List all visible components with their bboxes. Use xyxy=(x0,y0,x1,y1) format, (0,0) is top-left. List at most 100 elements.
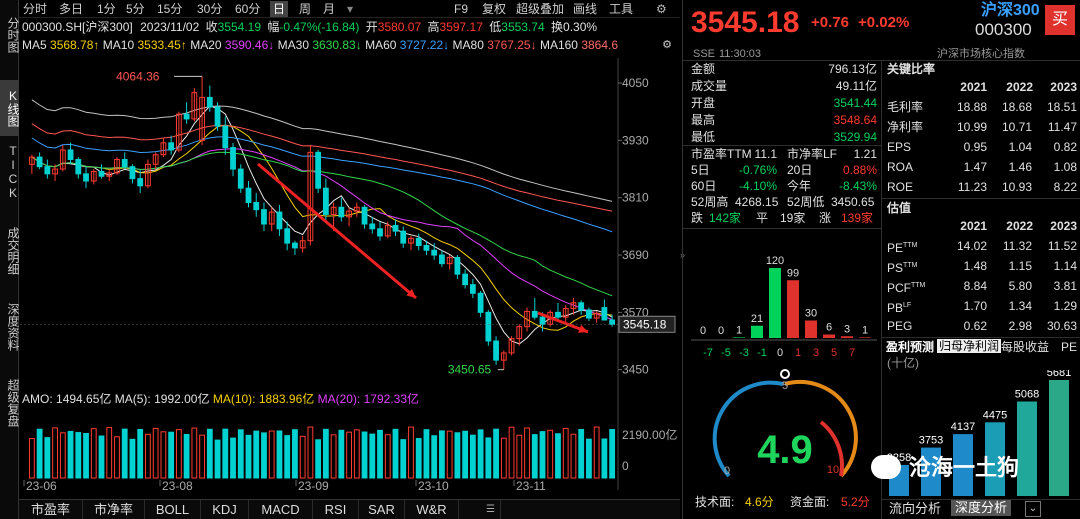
field-label: 成交量 xyxy=(691,79,728,93)
tab-boll[interactable]: BOLL xyxy=(145,500,201,519)
period-5min[interactable]: 5分 xyxy=(126,1,145,17)
period-1min[interactable]: 1分 xyxy=(97,1,116,17)
candle xyxy=(168,142,175,151)
ratio-value: 1.08 xyxy=(1053,160,1077,174)
valuation-value: 1.15 xyxy=(1008,259,1032,273)
period-timeshare[interactable]: 分时 xyxy=(23,1,47,17)
buy-button[interactable]: 买 xyxy=(1045,5,1075,35)
volume-chart[interactable]: 2190.00亿 0 23-06 23-08 23-09 23-10 23-11 xyxy=(20,390,680,490)
tab-kdj[interactable]: KDJ xyxy=(201,500,249,519)
period-day[interactable]: 日 xyxy=(270,1,289,17)
field-value: 3548.64 xyxy=(833,113,877,127)
nav-tick[interactable]: TICK xyxy=(0,140,20,204)
nav-trade-details[interactable]: 成交明细 xyxy=(0,218,20,284)
nav-timeshare[interactable]: 分时图 xyxy=(0,2,20,68)
high-label: 高 xyxy=(427,20,440,34)
period-15min[interactable]: 15分 xyxy=(157,1,182,17)
volume-bar xyxy=(90,428,97,479)
close-value: 3554.19 xyxy=(217,20,262,34)
candle xyxy=(237,168,244,189)
candle xyxy=(183,113,190,120)
ratio-year: 2021 xyxy=(960,80,987,94)
index-code-label: 000300 xyxy=(975,20,1032,39)
d5-value: -0.76% xyxy=(738,163,777,177)
tab-pe[interactable]: PE xyxy=(1061,340,1077,354)
tab-flow-analysis[interactable]: 流向分析 xyxy=(889,502,941,516)
left-vertical-nav: 分时图 K线图 TICK 成交明细 深度资料 超级复盘 xyxy=(0,0,20,519)
volume-bar xyxy=(562,427,569,479)
volume-bar xyxy=(330,434,337,479)
period-month[interactable]: 月 xyxy=(323,1,335,17)
wechat-icon xyxy=(871,455,901,479)
ratio-value: 1.47 xyxy=(963,160,987,174)
chart-settings-icon[interactable]: ⚙ xyxy=(656,38,678,52)
ratio-label: EPS xyxy=(887,140,912,154)
distribution-bar xyxy=(805,320,817,338)
close-label: 收 xyxy=(205,20,218,34)
tab-pb[interactable]: 市净率 xyxy=(83,500,145,519)
x-tick-label: 23-10 xyxy=(418,479,449,490)
volume-bar xyxy=(237,429,244,479)
volume-bar xyxy=(415,438,422,479)
tab-pe[interactable]: 市盈率 xyxy=(19,500,83,519)
ratio-value: 0.82 xyxy=(1053,140,1077,154)
period-more-icon[interactable]: ▾ xyxy=(347,1,353,17)
gear-icon[interactable]: ⚙ xyxy=(656,1,667,17)
field-label: 最高 xyxy=(691,113,716,127)
volume-bar xyxy=(454,432,461,479)
draw-button[interactable]: 画线 xyxy=(573,1,597,17)
volume-bar xyxy=(152,427,159,479)
adjust-button[interactable]: 复权 xyxy=(482,1,506,17)
period-30min[interactable]: 30分 xyxy=(197,1,222,17)
tab-menu-icon[interactable]: ☰ xyxy=(481,500,501,519)
volume-bar xyxy=(570,433,577,479)
quote-time: 11:30:03 xyxy=(719,48,762,60)
turnover-label: 换 xyxy=(551,20,564,34)
candle xyxy=(601,307,608,321)
distribution-value: 0 xyxy=(718,325,724,337)
period-multiday[interactable]: 多日 xyxy=(59,1,83,17)
candle xyxy=(477,292,484,313)
candle xyxy=(369,223,376,230)
tab-sar[interactable]: SAR xyxy=(359,500,405,519)
period-week[interactable]: 周 xyxy=(299,1,311,17)
ytd-label: 今年 xyxy=(787,179,812,193)
candle xyxy=(361,206,368,225)
valuation-value: 30.63 xyxy=(1046,319,1077,333)
ratio-value: 11.47 xyxy=(1047,120,1077,134)
kline-chart[interactable]: 405039303810369035703450 4064.363450.653… xyxy=(20,58,680,390)
period-60min[interactable]: 60分 xyxy=(235,1,260,17)
period-toolbar: 分时 多日 1分 5分 15分 30分 60分 日 周 月 ▾ F9 复权 超级… xyxy=(19,0,680,18)
tab-net-profit[interactable]: 归母净利润 xyxy=(937,339,1002,353)
tab-wr[interactable]: W&R xyxy=(405,500,459,519)
volume-bar xyxy=(601,438,608,479)
overlay-button[interactable]: 超级叠加 xyxy=(516,1,564,17)
nav-depth[interactable]: 深度资料 xyxy=(0,294,20,360)
nav-kline[interactable]: K线图 xyxy=(0,80,20,136)
volume-bar xyxy=(261,432,267,479)
nav-replay[interactable]: 超级复盘 xyxy=(0,370,20,436)
forecast-bar xyxy=(1049,380,1069,496)
candle xyxy=(137,178,144,187)
fall-label: 跌 xyxy=(691,211,704,225)
candle xyxy=(586,309,592,319)
tools-button[interactable]: 工具 xyxy=(609,1,633,17)
volume-bar xyxy=(586,438,592,479)
volume-bar xyxy=(315,439,322,479)
valuation-title: 估值 xyxy=(887,201,912,215)
quote-line: 000300.SH[沪深300] 2023/11/02 收3554.19 幅-0… xyxy=(22,20,597,34)
gauge-knob-icon xyxy=(780,369,790,379)
tab-deep-analysis[interactable]: 深度分析 xyxy=(951,500,1012,516)
score-gauge: 5 0 10 4.9 xyxy=(712,369,858,478)
valuation-value: 2.98 xyxy=(1008,319,1032,333)
distribution-bar xyxy=(841,336,853,338)
tab-eps[interactable]: 每股收益 xyxy=(1001,340,1049,354)
tab-rsi[interactable]: RSI xyxy=(313,500,359,519)
tab-macd[interactable]: MACD xyxy=(249,500,313,519)
f9-button[interactable]: F9 xyxy=(454,1,468,17)
ratio-value: 10.99 xyxy=(956,120,987,134)
forecast-value: 5681 xyxy=(1047,370,1071,379)
ratio-year: 2022 xyxy=(1006,80,1033,94)
chevron-down-icon[interactable]: ⌄ xyxy=(1025,501,1041,517)
volume-bar xyxy=(222,428,229,479)
